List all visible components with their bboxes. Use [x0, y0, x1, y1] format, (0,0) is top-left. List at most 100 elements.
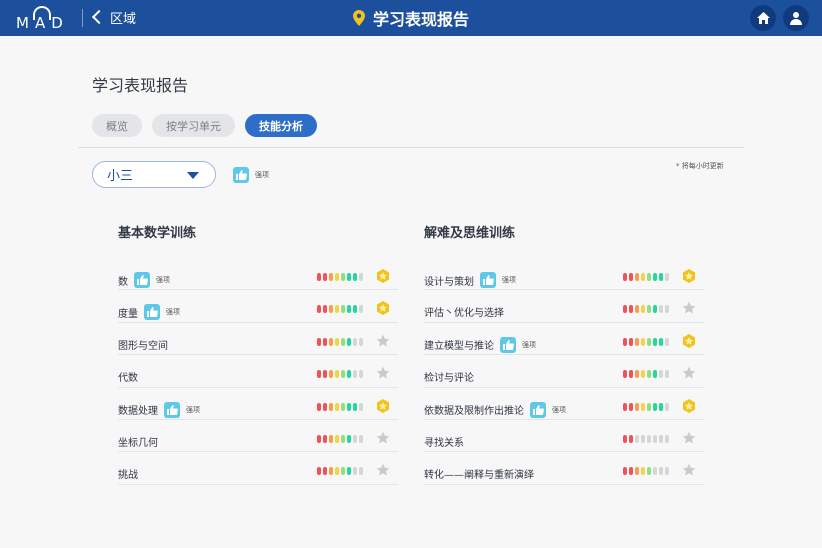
grey-star-icon: [376, 464, 390, 476]
progress-segment: [328, 402, 334, 411]
skill-name-group: 挑战: [118, 466, 138, 481]
progress-segment: [340, 467, 346, 476]
skill-row[interactable]: 转化——阐释与重新演绎: [424, 452, 704, 485]
progress-segment: [640, 434, 646, 443]
user-button[interactable]: [783, 5, 809, 31]
progress-segment: [652, 273, 658, 281]
progress-segment: [352, 273, 358, 281]
tab-overview[interactable]: 概览: [92, 114, 142, 137]
skill-row[interactable]: 图形与空间: [118, 323, 398, 356]
progress-segment: [646, 402, 652, 411]
progress-segment: [646, 434, 652, 443]
progress-meter: [623, 305, 670, 314]
progress-segment: [317, 305, 322, 314]
progress-segment: [634, 434, 640, 443]
skill-column-basic: 基本数学训练 数强项 度量 强项 图形与空间 代数 数据处理 强项 坐标几何 挑战: [118, 222, 398, 485]
skill-row[interactable]: 建立模型与推论 强项: [424, 323, 704, 356]
progress-segment: [340, 434, 346, 443]
skill-name-group: 数据处理 强项: [118, 401, 200, 418]
home-button[interactable]: [750, 5, 776, 31]
skill-name-group: 设计与策划 强项: [424, 272, 516, 288]
progress-segment: [658, 434, 664, 443]
progress-segment: [328, 273, 334, 281]
strength-badge: 强项: [530, 401, 566, 418]
gold-star-badge-icon: [683, 398, 695, 413]
grey-star-icon: [376, 431, 390, 444]
skill-name-group: 坐标几何: [118, 434, 158, 449]
progress-meter: [317, 467, 364, 476]
skill-row[interactable]: 依数据及限制作出推论 强项: [424, 388, 704, 420]
grade-select-value: 小三: [107, 169, 134, 184]
progress-segment: [317, 402, 322, 411]
skill-row[interactable]: 度量 强项: [118, 290, 398, 323]
skill-list: 数强项 度量 强项 图形与空间 代数 数据处理 强项 坐标几何 挑战: [118, 258, 398, 485]
progress-meter: [317, 273, 364, 281]
skill-name: 度量: [118, 308, 138, 320]
skill-row[interactable]: 检讨与评论: [424, 355, 704, 388]
progress-segment: [352, 337, 358, 346]
progress-segment: [328, 337, 334, 346]
progress-segment: [646, 305, 652, 314]
progress-segment: [658, 305, 664, 314]
progress-segment: [640, 467, 646, 476]
progress-segment: [658, 337, 664, 346]
progress-segment: [634, 402, 640, 411]
skill-list: 设计与策划 强项 评估丶优化与选择 建立模型与推论 强项 检讨与评论 依数据及限制作出推论强…: [424, 258, 704, 485]
progress-segment: [322, 370, 328, 379]
skill-name-group: 评估丶优化与选择: [424, 304, 504, 319]
progress-meter: [623, 273, 670, 281]
progress-segment: [352, 305, 358, 314]
skill-row[interactable]: 评估丶优化与选择: [424, 290, 704, 323]
progress-segment: [646, 370, 652, 379]
skill-row[interactable]: 设计与策划 强项: [424, 258, 704, 291]
progress-segment: [322, 305, 328, 314]
progress-segment: [358, 305, 364, 314]
progress-segment: [358, 467, 364, 476]
progress-segment: [664, 434, 670, 443]
progress-segment: [623, 305, 628, 314]
skill-name: 寻找关系: [424, 437, 464, 449]
progress-segment: [628, 273, 634, 281]
progress-segment: [322, 273, 328, 281]
skill-row[interactable]: 挑战: [118, 452, 398, 485]
skill-name: 数: [118, 276, 128, 288]
skill-name-group: 度量 强项: [118, 304, 180, 321]
progress-segment: [334, 467, 340, 476]
progress-segment: [317, 337, 322, 346]
tab-by-unit[interactable]: 按学习单元: [152, 114, 235, 137]
progress-meter: [623, 434, 670, 443]
skill-row[interactable]: 坐标几何: [118, 420, 398, 453]
progress-segment: [640, 370, 646, 379]
skill-name: 代数: [118, 373, 138, 385]
skill-name-group: 检讨与评论: [424, 369, 474, 384]
thumbs-up-icon: [164, 401, 180, 418]
progress-segment: [352, 402, 358, 411]
skill-row[interactable]: 数据处理 强项: [118, 388, 398, 420]
progress-segment: [352, 370, 358, 379]
grey-star-icon: [376, 334, 390, 347]
thumbs-up-icon: [144, 304, 160, 321]
progress-segment: [358, 370, 364, 379]
progress-segment: [646, 337, 652, 346]
progress-segment: [334, 305, 340, 314]
progress-segment: [634, 273, 640, 281]
skill-name: 建立模型与推论: [424, 341, 494, 353]
page-title: 学习表现报告: [92, 76, 189, 95]
progress-segment: [328, 370, 334, 379]
skill-row[interactable]: 代数: [118, 355, 398, 388]
progress-segment: [623, 337, 628, 346]
thumbs-up-icon: [233, 167, 249, 183]
skill-name: 检讨与评论: [424, 373, 474, 385]
grade-select[interactable]: 小三: [92, 161, 216, 188]
progress-segment: [334, 337, 340, 346]
progress-segment: [664, 337, 670, 346]
skill-name: 坐标几何: [118, 437, 158, 449]
progress-segment: [328, 434, 334, 443]
progress-segment: [328, 305, 334, 314]
strength-label: 强项: [156, 276, 170, 284]
tab-skill-analysis[interactable]: 技能分析: [245, 114, 317, 137]
skill-row[interactable]: 寻找关系: [424, 420, 704, 453]
skill-row[interactable]: 数 强项: [118, 258, 398, 291]
strength-badge: 强项: [164, 401, 200, 418]
progress-segment: [322, 337, 328, 346]
